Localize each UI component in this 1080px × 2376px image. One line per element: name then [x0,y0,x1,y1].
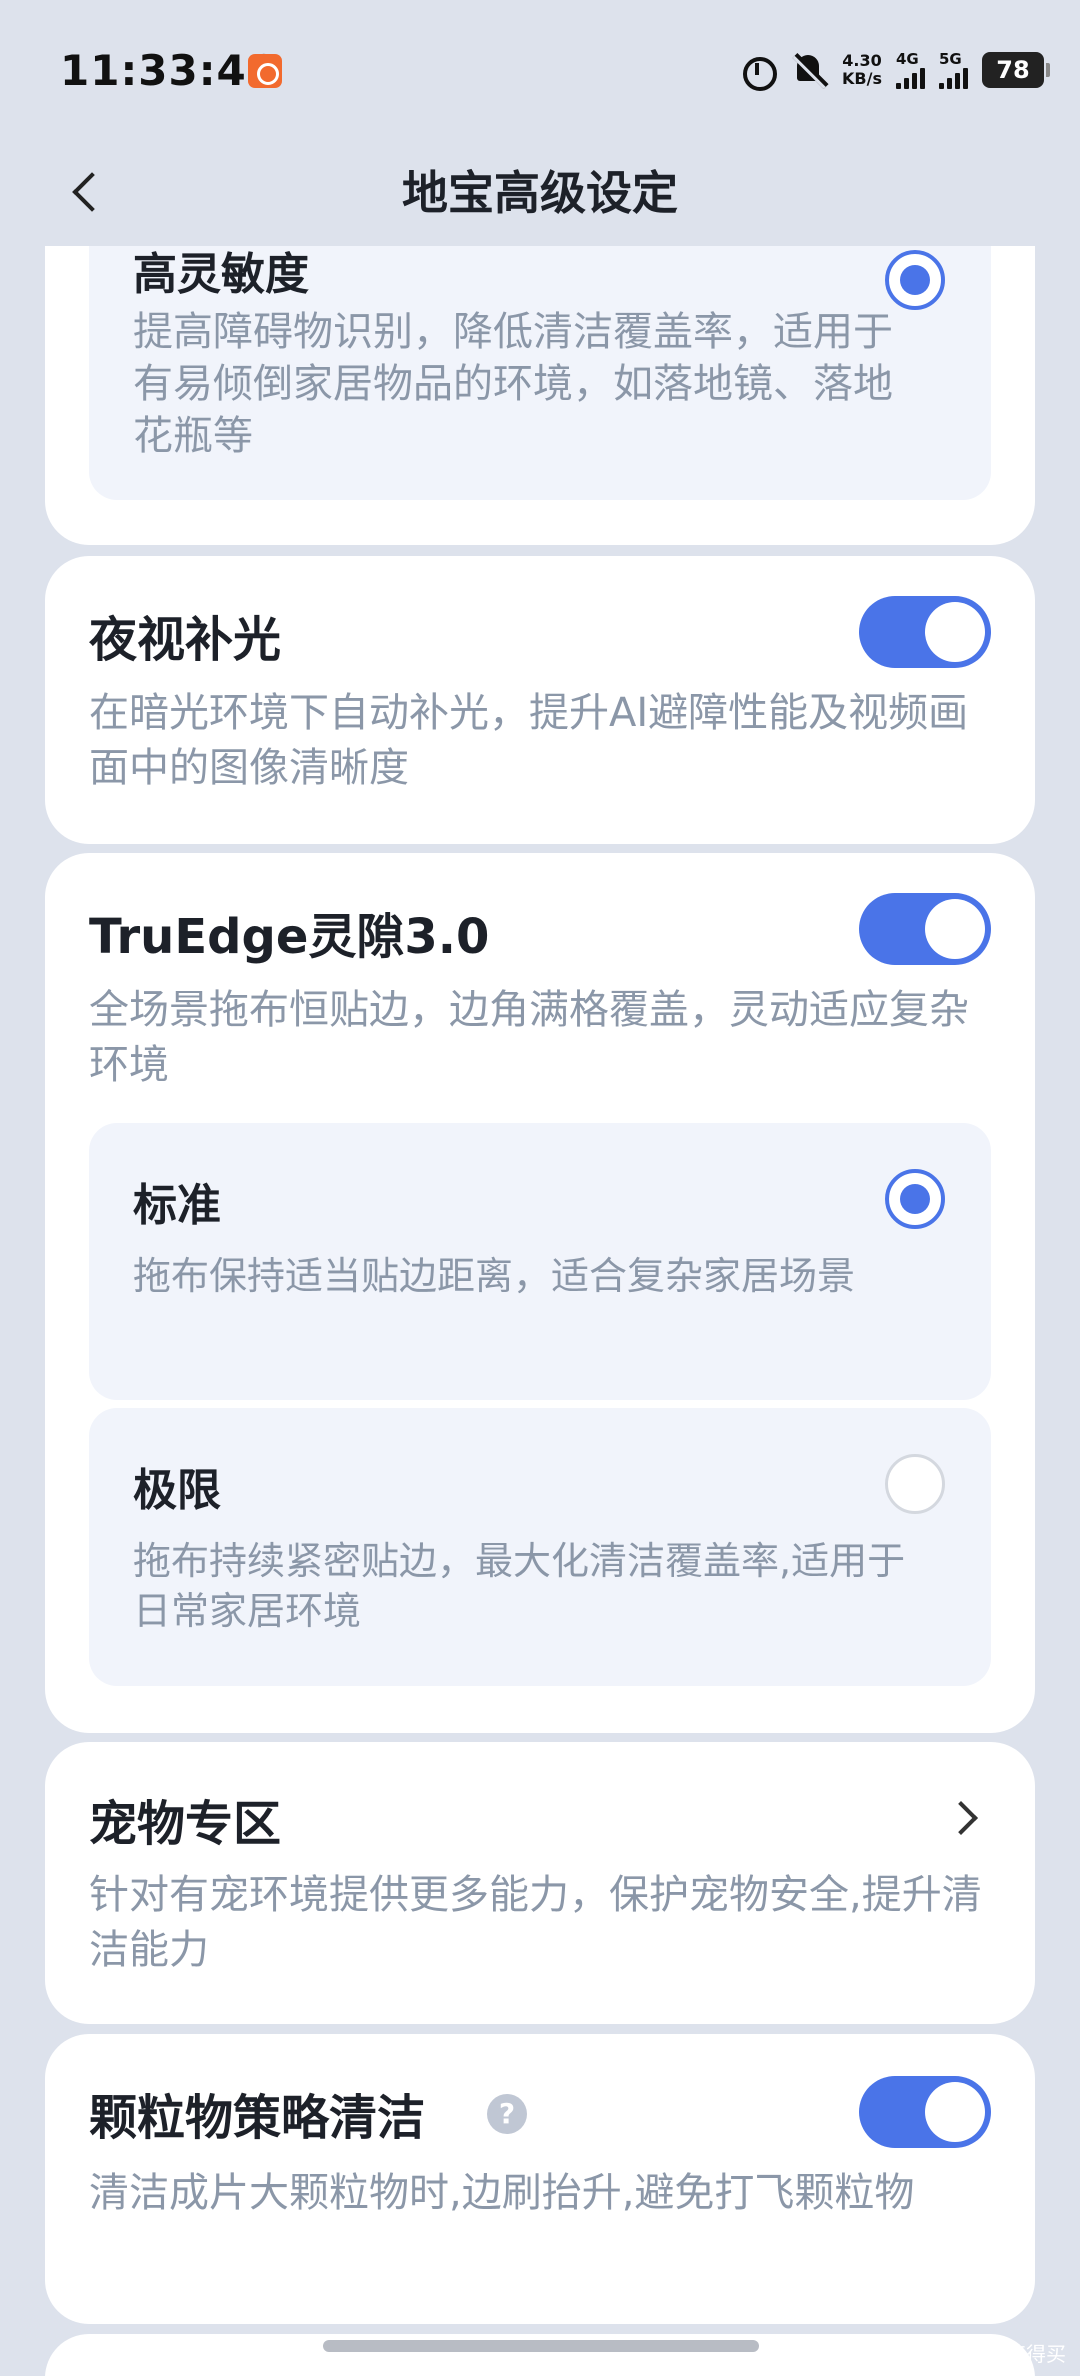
network-speed: 4.30 KB/s [842,52,882,88]
app-header: 地宝高级设定 [0,140,1080,246]
option-description: 拖布持续紧密贴边，最大化清洁覆盖率,适用于日常家居环境 [133,1539,906,1633]
help-icon[interactable]: ? [487,2094,527,2134]
particle-description: 清洁成片大颗粒物时,边刷抬升,避免打飞颗粒物 [89,2170,915,2216]
network-speed-value: 4.30 [842,51,882,70]
option-description: 拖布保持适当贴边距离，适合复杂家居场景 [133,1254,856,1298]
alarm-icon [738,51,778,91]
night-vision-description: 在暗光环境下自动补光，提升AI避障性能及视频画面中的图像清晰度 [89,690,969,791]
night-vision-title: 夜视补光 [89,612,282,668]
pet-zone-card[interactable]: 宠物专区 针对有宠环境提供更多能力，保护宠物安全,提升清洁能力 [45,1742,1035,2024]
sim2-label: 5G [939,50,962,68]
home-indicator[interactable] [323,2340,759,2352]
truedge-toggle[interactable] [859,893,991,965]
truedge-description: 全场景拖布恒贴边，边角满格覆盖，灵动适应复杂环境 [89,987,969,1088]
sim1-label: 4G [896,50,919,68]
high-sensitivity-radio[interactable] [885,250,945,310]
page-title: 地宝高级设定 [402,166,678,220]
option-title: 高灵敏度 [133,249,309,300]
particle-title: 颗粒物策略清洁 [89,2090,426,2146]
night-vision-toggle[interactable] [859,596,991,668]
status-icons: 4.30 KB/s 4G 5G 78 [738,48,1050,92]
truedge-title: TruEdge灵隙3.0 [89,909,490,965]
chevron-right-icon [943,1796,983,1836]
signal-bars-icon [939,67,968,89]
screen: 高灵敏度 提高障碍物识别，降低清洁覆盖率，适用于有易倾倒家居物品的环境，如落地镜… [0,0,1080,2376]
truedge-option-extreme[interactable]: 极限 拖布持续紧密贴边，最大化清洁覆盖率,适用于日常家居环境 [89,1408,991,1686]
status-bar: 11:33:46 4.30 KB/s 4G 5G 78 [0,0,1080,140]
truedge-card: TruEdge灵隙3.0 全场景拖布恒贴边，边角满格覆盖，灵动适应复杂环境 标准… [45,853,1035,1733]
extreme-radio[interactable] [885,1454,945,1514]
sim1-signal: 4G [896,51,925,89]
standard-radio[interactable] [885,1169,945,1229]
pet-zone-description: 针对有宠环境提供更多能力，保护宠物安全,提升清洁能力 [89,1872,982,1973]
app-notification-icon [248,54,282,88]
clock: 11:33:46 [60,46,277,95]
option-title: 极限 [133,1465,221,1516]
network-speed-unit: KB/s [842,69,882,88]
option-title: 标准 [133,1180,221,1231]
option-description: 提高障碍物识别，降低清洁覆盖率，适用于有易倾倒家居物品的环境，如落地镜、落地花瓶… [133,309,893,459]
truedge-option-standard[interactable]: 标准 拖布保持适当贴边距离，适合复杂家居场景 [89,1123,991,1400]
battery-icon: 78 [982,52,1050,88]
pet-zone-title: 宠物专区 [89,1796,282,1852]
signal-bars-icon [896,67,925,89]
mute-icon [790,51,828,89]
particle-toggle[interactable] [859,2076,991,2148]
sim2-signal: 5G [939,51,968,89]
particle-card: 颗粒物策略清洁 ? 清洁成片大颗粒物时,边刷抬升,避免打飞颗粒物 [45,2034,1035,2324]
watermark: 值 什么值得买 [939,2342,1066,2366]
night-vision-card: 夜视补光 在暗光环境下自动补光，提升AI避障性能及视频画面中的图像清晰度 [45,556,1035,844]
